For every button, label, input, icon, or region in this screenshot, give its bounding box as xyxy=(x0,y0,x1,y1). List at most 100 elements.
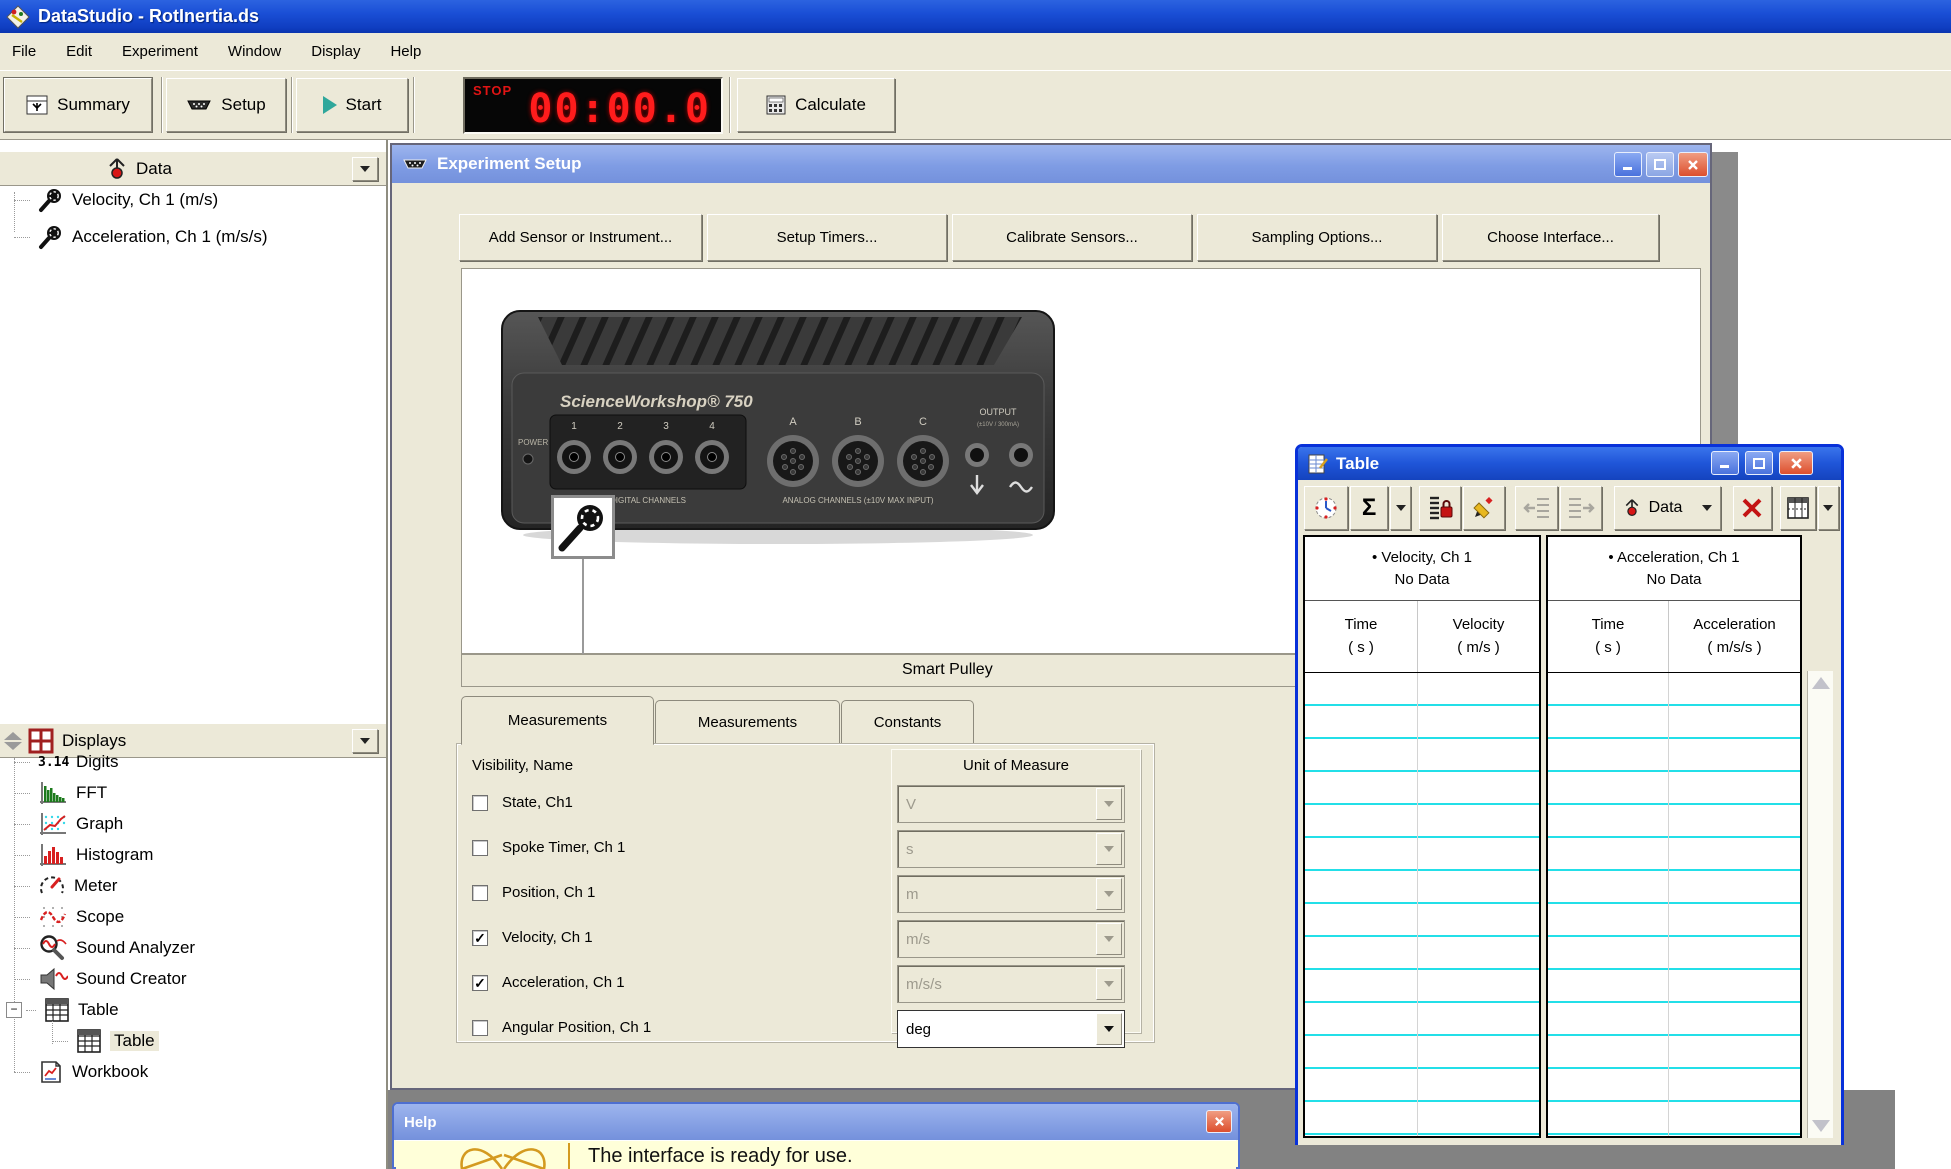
tab-constants[interactable]: Constants xyxy=(841,700,974,744)
button-label: Sampling Options... xyxy=(1252,229,1383,246)
experiment-setup-titlebar[interactable]: Experiment Setup xyxy=(392,145,1710,183)
close-button[interactable] xyxy=(1206,1110,1232,1133)
scroll-down-icon[interactable] xyxy=(1812,1120,1830,1132)
table-cells[interactable] xyxy=(1548,673,1800,1136)
close-button[interactable] xyxy=(1779,451,1813,475)
display-item-workbook[interactable]: Workbook xyxy=(14,1059,148,1085)
statistics-button[interactable]: Σ xyxy=(1350,486,1388,530)
measurement-label: Angular Position, Ch 1 xyxy=(502,1019,651,1036)
tree-twig xyxy=(14,886,30,887)
data-panel-header[interactable]: Data xyxy=(0,150,386,186)
display-item-sound-creator[interactable]: Sound Creator xyxy=(14,966,187,992)
table-cells[interactable] xyxy=(1305,673,1539,1136)
menu-display[interactable]: Display xyxy=(311,43,360,60)
calculate-button[interactable]: Calculate xyxy=(737,78,895,132)
sensor-connection-line xyxy=(582,559,584,655)
display-item-scope[interactable]: Scope xyxy=(14,904,124,930)
maximize-button[interactable] xyxy=(1646,152,1674,177)
help-titlebar[interactable]: Help xyxy=(394,1104,1238,1140)
datastudio-app-icon xyxy=(6,5,30,29)
splitter-icon[interactable] xyxy=(4,732,22,750)
close-icon xyxy=(1687,159,1699,171)
close-icon xyxy=(1790,457,1803,470)
tab-measurements-active[interactable]: Measurements xyxy=(461,696,654,745)
spoke-timer-checkbox[interactable] xyxy=(472,840,488,856)
velocity-checkbox[interactable]: ✓ xyxy=(472,930,488,946)
table-content: • Velocity, Ch 1 No Data Time( s ) Veloc… xyxy=(1298,535,1841,1145)
time-column-header[interactable]: Time( s ) xyxy=(1305,601,1417,672)
acceleration-column-header[interactable]: Acceleration( m/s/s ) xyxy=(1668,601,1800,672)
table-titlebar[interactable]: Table xyxy=(1298,447,1841,480)
tree-twig xyxy=(14,200,30,201)
time-column-header[interactable]: Time( s ) xyxy=(1548,601,1668,672)
state-checkbox[interactable] xyxy=(472,795,488,811)
dropdown-button[interactable] xyxy=(1096,1013,1122,1045)
data-item-acceleration[interactable]: Acceleration, Ch 1 (m/s/s) xyxy=(14,224,268,250)
group-header[interactable]: • Acceleration, Ch 1 No Data xyxy=(1548,537,1800,601)
minimize-button[interactable] xyxy=(1711,451,1739,475)
help-body: The interface is ready for use. xyxy=(396,1140,1236,1169)
angular-position-unit-dropdown[interactable]: deg xyxy=(897,1010,1125,1048)
divider xyxy=(568,1143,570,1169)
menu-experiment[interactable]: Experiment xyxy=(122,43,198,60)
table-layout-dropdown-button[interactable] xyxy=(1818,486,1839,530)
visibility-column-header: Visibility, Name xyxy=(472,757,573,774)
minimize-button[interactable] xyxy=(1614,152,1642,177)
menu-help[interactable]: Help xyxy=(390,43,421,60)
menu-edit[interactable]: Edit xyxy=(66,43,92,60)
start-button[interactable]: Start xyxy=(296,78,408,132)
display-item-graph[interactable]: Graph xyxy=(14,811,123,837)
minimize-icon xyxy=(1719,458,1731,468)
table-scrollbar[interactable] xyxy=(1807,671,1833,1138)
angular-position-checkbox[interactable] xyxy=(472,1020,488,1036)
smart-pulley-sensor-box[interactable] xyxy=(551,495,615,559)
display-item-table-child[interactable]: Table xyxy=(52,1028,159,1054)
choose-interface-button[interactable]: Choose Interface... xyxy=(1442,214,1659,261)
close-button[interactable] xyxy=(1678,152,1708,177)
acceleration-checkbox[interactable]: ✓ xyxy=(472,975,488,991)
summary-button[interactable]: Summary xyxy=(4,78,152,132)
velocity-column-header[interactable]: Velocity( m/s ) xyxy=(1417,601,1539,672)
display-item-histogram[interactable]: Histogram xyxy=(14,842,153,868)
displays-panel-dropdown-button[interactable] xyxy=(352,729,378,753)
display-item-digits[interactable]: 3.14 Digits xyxy=(14,749,119,775)
analog-port-b: B xyxy=(854,416,861,428)
analog-jacks[interactable] xyxy=(767,435,949,487)
display-item-table-parent[interactable]: Table xyxy=(26,997,119,1023)
lock-data-button[interactable] xyxy=(1419,486,1461,530)
group-header[interactable]: • Velocity, Ch 1 No Data xyxy=(1305,537,1539,601)
data-panel-dropdown-button[interactable] xyxy=(352,157,378,181)
display-item-meter[interactable]: Meter xyxy=(14,873,117,899)
tree-twig xyxy=(26,1010,36,1011)
sensor-name-label: Smart Pulley xyxy=(902,661,993,679)
delete-button[interactable] xyxy=(1733,486,1771,530)
tree-collapse-box[interactable]: − xyxy=(6,1002,22,1018)
data-item-velocity[interactable]: Velocity, Ch 1 (m/s) xyxy=(14,187,218,213)
statistics-dropdown-button[interactable] xyxy=(1390,486,1411,530)
display-item-fft[interactable]: FFT xyxy=(14,780,107,806)
table-layout-button[interactable] xyxy=(1780,486,1816,530)
display-item-sound-analyzer[interactable]: Sound Analyzer xyxy=(14,935,195,961)
calibrate-sensors-button[interactable]: Calibrate Sensors... xyxy=(952,214,1192,261)
calculate-label: Calculate xyxy=(795,95,866,115)
chevron-down-icon xyxy=(1104,801,1114,807)
menu-file[interactable]: File xyxy=(12,43,36,60)
fft-icon xyxy=(38,780,68,806)
data-selector-dropdown[interactable]: Data xyxy=(1614,486,1722,530)
position-checkbox[interactable] xyxy=(472,885,488,901)
clock-icon xyxy=(1313,495,1339,521)
setup-button[interactable]: Setup xyxy=(166,78,286,132)
tree-twig xyxy=(14,917,30,918)
maximize-button[interactable] xyxy=(1745,451,1773,475)
close-icon xyxy=(1214,1116,1225,1127)
sampling-options-button[interactable]: Sampling Options... xyxy=(1197,214,1437,261)
menu-window[interactable]: Window xyxy=(228,43,281,60)
scroll-up-icon[interactable] xyxy=(1812,677,1830,689)
setup-timers-button[interactable]: Setup Timers... xyxy=(707,214,947,261)
edit-data-button[interactable] xyxy=(1463,486,1505,530)
tab-measurements-2[interactable]: Measurements xyxy=(655,700,840,744)
time-format-button[interactable] xyxy=(1304,486,1348,530)
group-status: No Data xyxy=(1548,569,1800,591)
pencil-icon xyxy=(1471,495,1497,521)
add-sensor-button[interactable]: Add Sensor or Instrument... xyxy=(459,214,702,261)
